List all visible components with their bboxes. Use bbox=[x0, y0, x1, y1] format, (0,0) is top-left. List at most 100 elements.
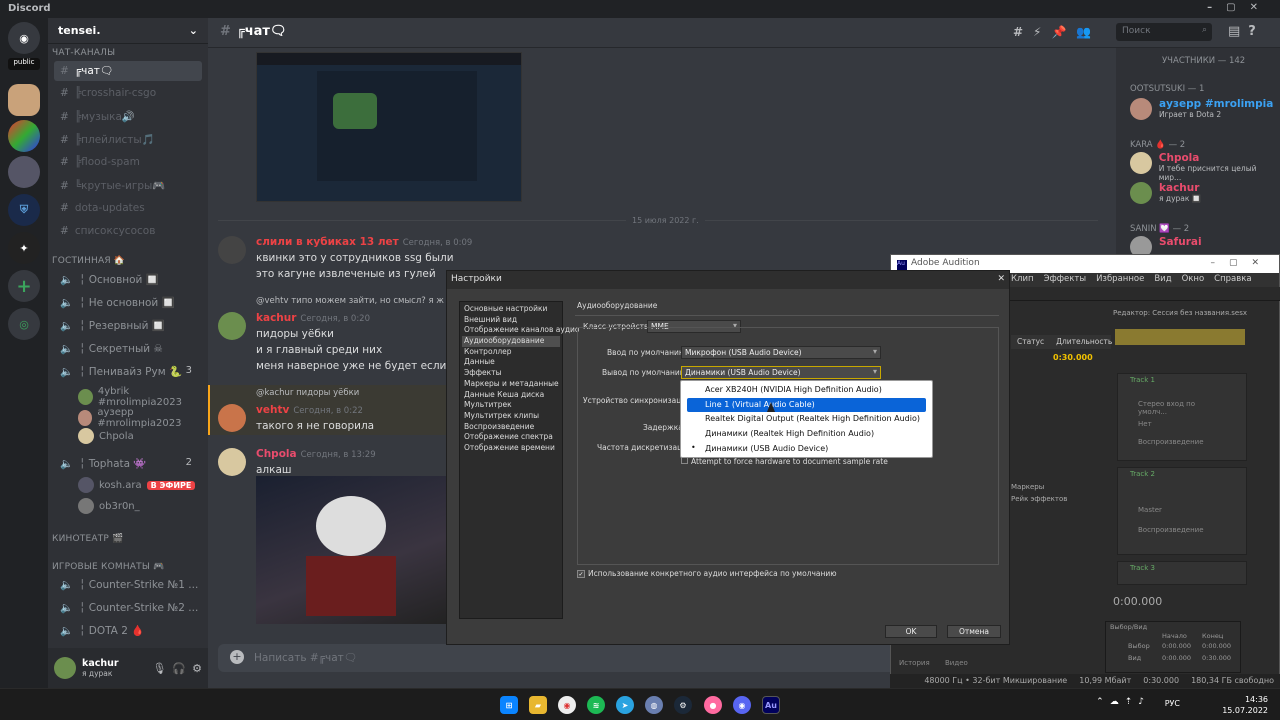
attachment-image[interactable] bbox=[256, 476, 446, 624]
category-item[interactable]: Воспроизведение bbox=[462, 422, 560, 433]
osu-icon[interactable]: ● bbox=[704, 696, 722, 714]
default-output-select[interactable]: Динамики (USB Audio Device) bbox=[681, 366, 881, 379]
category-item[interactable]: Данные Кеша диска bbox=[462, 390, 560, 401]
use-specific-checkbox[interactable]: ✓ Использование конкретного аудио интерфе… bbox=[577, 569, 837, 578]
voice-not-main[interactable]: 🔈 ╎ Не основной 🔲 bbox=[54, 293, 202, 313]
category-item[interactable]: Маркеры и метаданные bbox=[462, 379, 560, 390]
channel-dota-updates[interactable]: # dota-updates bbox=[54, 199, 202, 219]
category-item[interactable]: Данные bbox=[462, 357, 560, 368]
video-tab[interactable]: Видео bbox=[945, 659, 968, 667]
member-item[interactable]: аузерр #mrolimpia Играет в Dota 2 bbox=[1130, 98, 1273, 120]
tray-icons[interactable]: ⌃☁⇡♪ bbox=[1096, 697, 1150, 707]
app-icon[interactable]: ◍ bbox=[645, 696, 663, 714]
output-option[interactable]: Динамики (Realtek High Definition Audio) bbox=[681, 427, 932, 442]
voice-cs1[interactable]: 🔈 ╎ Counter-Strike №1 ... bbox=[54, 575, 202, 595]
avatar[interactable] bbox=[54, 657, 76, 679]
timeline-range[interactable] bbox=[1115, 329, 1245, 345]
voice-secret[interactable]: 🔈 ╎ Секретный ☠ bbox=[54, 339, 202, 359]
channel-crosshair[interactable]: # ╠crosshair-csgo bbox=[54, 84, 202, 104]
close-icon[interactable]: ✕ bbox=[997, 274, 1005, 286]
menu-help[interactable]: Справка bbox=[1214, 274, 1251, 286]
start-icon[interactable]: ⊞ bbox=[500, 696, 518, 714]
category-chat[interactable]: ЧАТ-КАНАЛЫ bbox=[52, 48, 115, 58]
cancel-button[interactable]: Отмена bbox=[947, 625, 1001, 638]
header-toolbar-icons[interactable]: #⚡📌👥 bbox=[1013, 25, 1101, 39]
category-item[interactable]: Отображение времени bbox=[462, 443, 560, 454]
search-input[interactable]: Поиск ⌕ bbox=[1116, 23, 1212, 41]
voice-main[interactable]: 🔈 ╎ Основной 🔲 bbox=[54, 270, 202, 290]
server-icon[interactable]: ⛨ bbox=[8, 194, 40, 226]
channel-music[interactable]: # ╠музыка🔊 bbox=[54, 107, 202, 127]
category-item[interactable]: Мультитрек клипы bbox=[462, 411, 560, 422]
category-item[interactable]: Внешний вид bbox=[462, 315, 560, 326]
server-icon[interactable]: ✦ bbox=[8, 232, 40, 264]
channel-chat[interactable]: # ╔чат🗨 bbox=[54, 61, 202, 81]
channel-flood[interactable]: # ╠flood-spam bbox=[54, 153, 202, 173]
voice-tophata[interactable]: 🔈 ╎ Tophata 👾 2 bbox=[54, 454, 202, 474]
voice-user[interactable]: 4ybrik #mrolimpia2023 bbox=[78, 386, 208, 408]
telegram-icon[interactable]: ➤ bbox=[616, 696, 634, 714]
output-option[interactable]: Realtek Digital Output (Realtek High Def… bbox=[681, 412, 932, 427]
mic-icon[interactable]: 🎙 bbox=[152, 662, 166, 675]
channel-list[interactable]: # списоксусосов bbox=[54, 222, 202, 242]
server-tensei-icon[interactable] bbox=[8, 84, 40, 116]
server-icon[interactable] bbox=[8, 156, 40, 188]
history-tab[interactable]: История bbox=[899, 659, 930, 667]
language-indicator[interactable]: РУС bbox=[1165, 699, 1180, 708]
voice-dota[interactable]: 🔈 ╎ DOTA 2 🩸 bbox=[54, 621, 202, 641]
member-item[interactable]: Chpola И тебе приснится целый мир... bbox=[1130, 152, 1280, 182]
window-controls[interactable]: –▢✕ bbox=[1210, 258, 1273, 270]
inbox-help-icons[interactable]: ▤? bbox=[1228, 24, 1264, 39]
steam-icon[interactable]: ⚙ bbox=[674, 696, 692, 714]
menu-window[interactable]: Окно bbox=[1182, 274, 1205, 286]
voice-user[interactable]: kosh.ara В ЭФИРЕ bbox=[78, 477, 196, 493]
voice-user[interactable]: аузерр #mrolimpia2023 bbox=[78, 407, 208, 429]
category-item[interactable]: Мультитрек bbox=[462, 400, 560, 411]
gear-icon[interactable]: ⚙ bbox=[192, 662, 202, 675]
output-option[interactable]: Acer XB240H (NVIDIA High Definition Audi… bbox=[681, 383, 932, 398]
category-games[interactable]: ИГРОВЫЕ КОМНАТЫ 🎮 bbox=[52, 562, 164, 572]
window-controls[interactable]: –▢✕ bbox=[1207, 2, 1272, 13]
server-icon[interactable] bbox=[8, 120, 40, 152]
add-server-icon[interactable]: + bbox=[8, 270, 40, 302]
category-item[interactable]: Основные настройки bbox=[462, 304, 560, 315]
voice-user[interactable]: Chpola bbox=[78, 428, 134, 444]
server-header[interactable]: tensei. ⌄ bbox=[48, 18, 208, 44]
voice-reserve[interactable]: 🔈 ╎ Резервный 🔲 bbox=[54, 316, 202, 336]
add-attachment-icon[interactable]: + bbox=[230, 650, 244, 664]
headphones-icon[interactable]: 🎧 bbox=[172, 662, 186, 675]
discord-icon[interactable]: ◉ bbox=[733, 696, 751, 714]
voice-cs2[interactable]: 🔈 ╎ Counter-Strike №2 ... bbox=[54, 598, 202, 618]
fx-rack-tab[interactable]: Рейк эффектов bbox=[1011, 495, 1067, 503]
output-option-current[interactable]: Динамики (USB Audio Device) bbox=[681, 442, 932, 457]
category-cinema[interactable]: КИНОТЕАТР 🎬 bbox=[52, 534, 124, 544]
explore-servers-icon[interactable]: ◎ bbox=[8, 308, 40, 340]
menu-clip[interactable]: Клип bbox=[1011, 274, 1034, 286]
menu-view[interactable]: Вид bbox=[1154, 274, 1171, 286]
category-item-selected[interactable]: Аудиооборудование bbox=[462, 336, 560, 347]
audition-taskbar-icon[interactable]: Au bbox=[762, 696, 780, 714]
channel-playlists[interactable]: # ╠плейлисты🎵 bbox=[54, 130, 202, 150]
track-2[interactable]: Track 2 Master Воспроизведение bbox=[1117, 467, 1247, 555]
clock[interactable]: 14:36 15.07.2022 bbox=[1222, 694, 1268, 716]
ok-button[interactable]: OK bbox=[885, 625, 937, 638]
voice-user[interactable]: ob3r0n_ bbox=[78, 498, 140, 514]
spotify-icon[interactable]: ≋ bbox=[587, 696, 605, 714]
default-input-select[interactable]: Микрофон (USB Audio Device) bbox=[681, 346, 881, 359]
member-item[interactable]: kachur я дурак 🔲 bbox=[1130, 182, 1201, 204]
category-item[interactable]: Контроллер bbox=[462, 347, 560, 358]
menu-favorites[interactable]: Избранное bbox=[1096, 274, 1144, 286]
channel-games[interactable]: # ╚крутые-игры🎮 bbox=[54, 176, 202, 196]
category-item[interactable]: Отображение каналов аудио bbox=[462, 325, 580, 336]
voice-pennywise[interactable]: 🔈 ╎ Пенивайз Рум 🐍 3 bbox=[54, 362, 202, 382]
file-explorer-icon[interactable]: ▰ bbox=[529, 696, 547, 714]
track-1[interactable]: Track 1 Стерео вход по умолч... Нет Восп… bbox=[1117, 373, 1247, 461]
markers-tab[interactable]: Маркеры bbox=[1011, 483, 1044, 491]
category-item[interactable]: Отображение спектра bbox=[462, 432, 560, 443]
chrome-icon[interactable]: ◉ bbox=[558, 696, 576, 714]
category-item[interactable]: Эффекты bbox=[462, 368, 560, 379]
discord-home-icon[interactable]: ◉ bbox=[8, 22, 40, 54]
menu-effects[interactable]: Эффекты bbox=[1044, 274, 1087, 286]
track-3[interactable]: Track 3 bbox=[1117, 561, 1247, 585]
category-lounge[interactable]: ГОСТИННАЯ 🏠 bbox=[52, 256, 125, 266]
